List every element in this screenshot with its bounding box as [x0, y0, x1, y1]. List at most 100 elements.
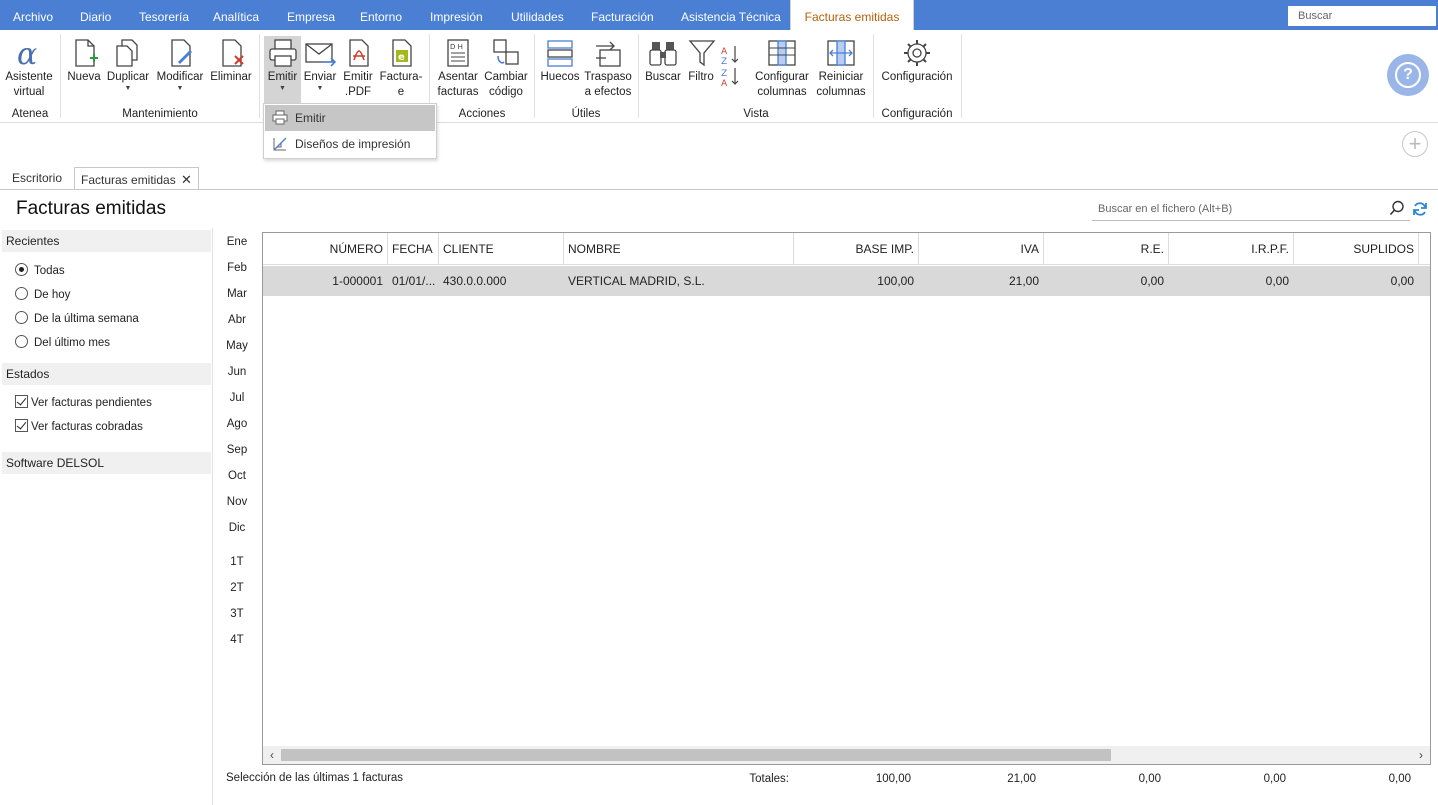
sort-button[interactable]: AZZA [719, 44, 743, 88]
emitir-pdf-label-1: Emitir [343, 71, 373, 83]
month-mar[interactable]: Mar [222, 288, 252, 300]
menu-tab-empresa[interactable]: Empresa [287, 0, 335, 30]
month-dic[interactable]: Dic [222, 522, 252, 534]
scrollbar-thumb[interactable] [281, 749, 1111, 761]
horizontal-scrollbar[interactable]: ‹ › [263, 746, 1430, 764]
reiniciar-columnas-button[interactable]: Reiniciar columnas [814, 38, 868, 100]
column-header-cliente[interactable]: CLIENTE [439, 233, 563, 265]
duplicar-label: Duplicar [106, 71, 150, 83]
radio-label: De la última semana [34, 313, 139, 325]
column-header-nombre[interactable]: NOMBRE [564, 233, 793, 265]
column-separator[interactable] [1418, 233, 1419, 265]
printer-icon [268, 39, 297, 67]
month-jun[interactable]: Jun [222, 366, 252, 378]
month-ene[interactable]: Ene [222, 236, 252, 248]
menu-tab-analitica[interactable]: Analítica [213, 0, 259, 30]
app-window: Archivo Diario Tesorería Analítica Empre… [0, 0, 1438, 805]
column-header-base-imp[interactable]: BASE IMP. [794, 233, 918, 265]
modificar-button[interactable]: Modificar ▼ [154, 38, 206, 93]
menu-tab-archivo[interactable]: Archivo [13, 0, 53, 30]
column-header-irpf[interactable]: I.R.P.F. [1169, 233, 1293, 265]
filtro-button[interactable]: Filtro [686, 38, 716, 85]
global-search-input[interactable] [1288, 6, 1436, 26]
configuracion-button[interactable]: Configuración [878, 38, 956, 85]
radio-button [15, 335, 28, 348]
add-panel-button[interactable]: + [1402, 131, 1428, 157]
month-jul[interactable]: Jul [222, 392, 252, 404]
gaps-icon [547, 40, 573, 67]
menu-tab-impresion[interactable]: Impresión [430, 0, 483, 30]
column-header-iva[interactable]: IVA [919, 233, 1043, 265]
traspaso-efectos-button[interactable]: Traspaso a efectos [583, 38, 633, 100]
menu-item-emitir[interactable]: Emitir [265, 105, 435, 131]
huecos-button[interactable]: Huecos [539, 38, 581, 85]
doc-tab-facturas-emitidas[interactable]: Facturas emitidas ✕ [74, 167, 199, 190]
checkbox-label: Ver facturas pendientes [31, 397, 152, 409]
configurar-columnas-button[interactable]: Configurar columnas [752, 38, 812, 100]
radio-ultimo-mes[interactable]: Del último mes [15, 335, 110, 351]
quarter-1t[interactable]: 1T [222, 556, 252, 568]
quarter-4t[interactable]: 4T [222, 634, 252, 646]
close-icon[interactable]: ✕ [181, 172, 192, 187]
month-ago[interactable]: Ago [222, 418, 252, 430]
menu-tab-facturacion[interactable]: Facturación [591, 0, 654, 30]
page-title: Facturas emitidas [16, 198, 166, 219]
help-button[interactable]: ? [1387, 54, 1429, 96]
radio-de-hoy[interactable]: De hoy [15, 287, 70, 303]
enviar-button[interactable]: Enviar ▼ [303, 38, 337, 93]
quarter-2t[interactable]: 2T [222, 582, 252, 594]
asentar-facturas-button[interactable]: D H Asentar facturas [435, 38, 481, 100]
section-software-delsol[interactable]: Software DELSOL [2, 452, 211, 474]
column-header-re[interactable]: R.E. [1044, 233, 1168, 265]
radio-ultima-semana[interactable]: De la última semana [15, 311, 139, 327]
nueva-label: Nueva [67, 71, 101, 83]
asistente-virtual-button[interactable]: α Asistente virtual [4, 38, 54, 100]
menu-tab-diario[interactable]: Diario [80, 0, 111, 30]
facturae-button[interactable]: e Factura- e [379, 38, 423, 100]
nueva-button[interactable]: Nueva [66, 38, 102, 85]
month-abr[interactable]: Abr [222, 314, 252, 326]
menu-tab-asistencia-tecnica[interactable]: Asistencia Técnica [681, 0, 781, 30]
emitir-pdf-button[interactable]: Emitir .PDF [341, 38, 375, 100]
cambiar-codigo-button[interactable]: Cambiar código [483, 38, 529, 100]
table-row[interactable]: 1-000001 01/01/... 430.0.0.000 VERTICAL … [263, 266, 1430, 296]
chevron-down-icon: ▼ [279, 85, 286, 92]
checkbox-facturas-pendientes[interactable]: Ver facturas pendientes [15, 395, 152, 411]
menu-tab-entorno[interactable]: Entorno [360, 0, 402, 30]
traspaso-label-2: a efectos [584, 86, 632, 98]
emitir-button[interactable]: Emitir ▼ [264, 36, 301, 104]
month-feb[interactable]: Feb [222, 262, 252, 274]
group-separator [259, 34, 260, 118]
search-icon[interactable] [1389, 200, 1405, 216]
duplicar-button[interactable]: Duplicar ▼ [105, 38, 151, 93]
menu-bar: Archivo Diario Tesorería Analítica Empre… [0, 0, 1438, 30]
column-header-fecha[interactable]: FECHA [388, 233, 438, 265]
month-nov[interactable]: Nov [222, 496, 252, 508]
column-header-numero[interactable]: NÚMERO [263, 233, 387, 265]
month-sep[interactable]: Sep [222, 444, 252, 456]
menu-tab-utilidades[interactable]: Utilidades [511, 0, 564, 30]
chevron-down-icon: ▼ [124, 85, 132, 92]
group-separator [873, 34, 874, 118]
column-header-suplidos[interactable]: SUPLIDOS [1294, 233, 1418, 265]
file-search-input[interactable] [1092, 197, 1410, 221]
doc-tab-escritorio[interactable]: Escritorio [6, 167, 68, 190]
cambiar-label-2: código [489, 86, 523, 98]
menu-item-disenos-impresion[interactable]: Diseños de impresión [265, 131, 435, 157]
scroll-right-icon[interactable]: › [1412, 746, 1430, 764]
menu-tab-facturas-emitidas[interactable]: Facturas emitidas [790, 0, 914, 30]
quarter-3t[interactable]: 3T [222, 608, 252, 620]
refresh-icon[interactable] [1412, 201, 1428, 217]
buscar-button[interactable]: Buscar [644, 38, 682, 85]
scroll-left-icon[interactable]: ‹ [263, 746, 281, 764]
radio-button [15, 287, 28, 300]
month-may[interactable]: May [222, 340, 252, 352]
configurar-columnas-label-1: Configurar [755, 71, 809, 83]
checkbox-facturas-cobradas[interactable]: Ver facturas cobradas [15, 419, 143, 435]
cell-suplidos: 0,00 [1390, 274, 1414, 288]
menu-tab-tesoreria[interactable]: Tesorería [139, 0, 189, 30]
month-oct[interactable]: Oct [222, 470, 252, 482]
radio-todas[interactable]: Todas [15, 263, 65, 279]
eliminar-button[interactable]: Eliminar [209, 38, 253, 85]
duplicate-icon [116, 39, 138, 67]
